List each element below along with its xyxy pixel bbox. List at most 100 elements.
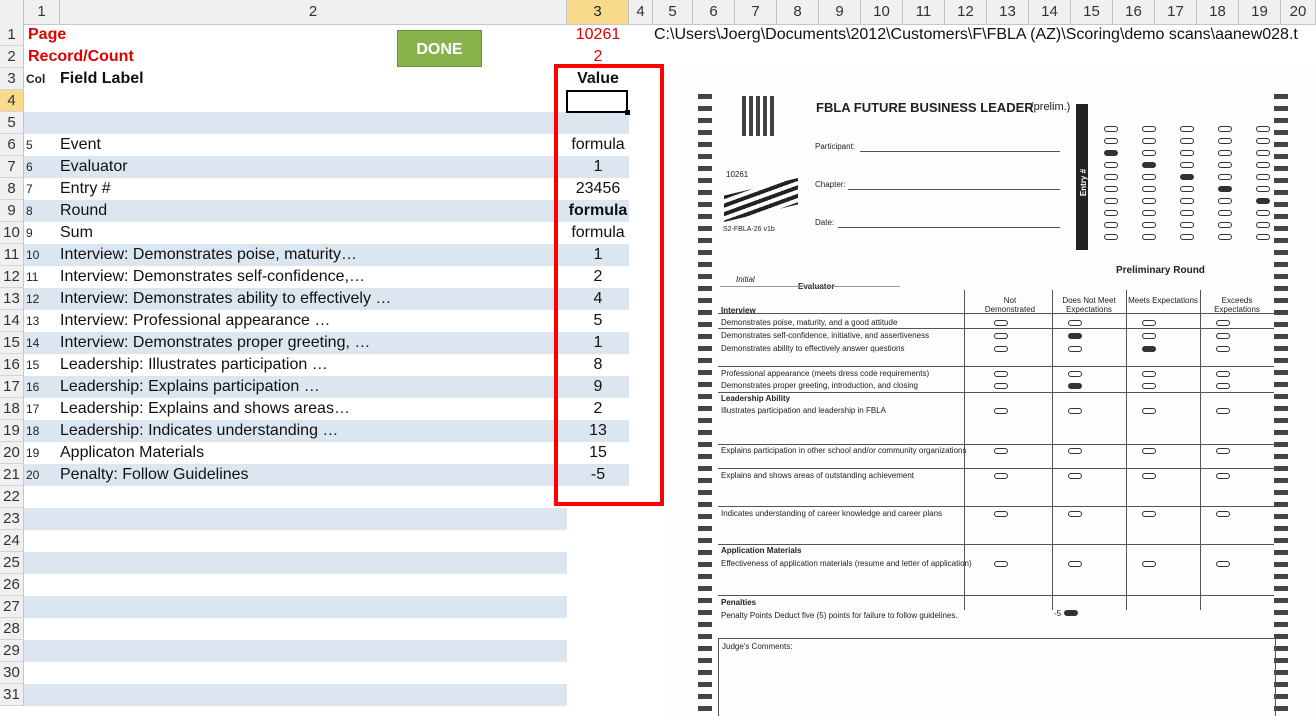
select-all-corner[interactable] bbox=[0, 0, 24, 24]
row-header[interactable]: 10 bbox=[0, 222, 24, 244]
field-col-number[interactable]: 13 bbox=[26, 310, 56, 332]
field-label[interactable]: Interview: Demonstrates proper greeting,… bbox=[60, 332, 565, 354]
column-header[interactable]: 10 bbox=[861, 0, 903, 24]
file-path-cell[interactable]: C:\Users\Joerg\Documents\2012\Customers\… bbox=[654, 24, 1298, 46]
field-col-number[interactable]: 5 bbox=[26, 134, 56, 156]
row-header[interactable]: 3 bbox=[0, 68, 24, 90]
column-header-selected[interactable]: 3 bbox=[567, 0, 629, 24]
row-header[interactable]: 14 bbox=[0, 310, 24, 332]
column-header[interactable]: 18 bbox=[1197, 0, 1239, 24]
field-label[interactable]: Round bbox=[60, 200, 565, 222]
field-col-number[interactable]: 20 bbox=[26, 464, 56, 486]
field-label[interactable]: Interview: Demonstrates poise, maturity… bbox=[60, 244, 565, 266]
row-header[interactable]: 18 bbox=[0, 398, 24, 420]
row-header[interactable]: 4 bbox=[0, 90, 24, 112]
field-label[interactable]: Sum bbox=[60, 222, 565, 244]
column-header[interactable]: 17 bbox=[1155, 0, 1197, 24]
bubble bbox=[1142, 383, 1156, 389]
row-header[interactable]: 29 bbox=[0, 640, 24, 662]
field-col-number[interactable]: 16 bbox=[26, 376, 56, 398]
row-header[interactable]: 25 bbox=[0, 552, 24, 574]
comments-box bbox=[718, 638, 1276, 716]
col-header-cell[interactable]: Col bbox=[26, 68, 56, 90]
row-header[interactable]: 5 bbox=[0, 112, 24, 134]
column-header[interactable]: 20 bbox=[1281, 0, 1316, 24]
row-header[interactable]: 27 bbox=[0, 596, 24, 618]
field-label[interactable]: Leadership: Illustrates participation … bbox=[60, 354, 565, 376]
field-col-number[interactable]: 12 bbox=[26, 288, 56, 310]
field-label[interactable]: Leadership: Explains and shows areas… bbox=[60, 398, 565, 420]
column-header[interactable]: 8 bbox=[777, 0, 819, 24]
row-header[interactable]: 13 bbox=[0, 288, 24, 310]
row-header[interactable]: 22 bbox=[0, 486, 24, 508]
row-header[interactable]: 28 bbox=[0, 618, 24, 640]
row-header[interactable]: 23 bbox=[0, 508, 24, 530]
column-header[interactable]: 2 bbox=[60, 0, 567, 24]
timing-mark bbox=[698, 502, 712, 507]
row-header[interactable]: 19 bbox=[0, 420, 24, 442]
column-header[interactable]: 7 bbox=[735, 0, 777, 24]
field-label-header[interactable]: Field Label bbox=[60, 68, 565, 90]
row-header[interactable]: 21 bbox=[0, 464, 24, 486]
field-col-number[interactable]: 10 bbox=[26, 244, 56, 266]
row-header[interactable]: 6 bbox=[0, 134, 24, 156]
timing-mark bbox=[698, 94, 712, 99]
column-header[interactable]: 9 bbox=[819, 0, 861, 24]
field-col-number[interactable]: 19 bbox=[26, 442, 56, 464]
row-header[interactable]: 17 bbox=[0, 376, 24, 398]
field-col-number[interactable]: 18 bbox=[26, 420, 56, 442]
field-col-number[interactable]: 6 bbox=[26, 156, 56, 178]
row-header[interactable]: 31 bbox=[0, 684, 24, 706]
done-button[interactable]: DONE bbox=[397, 30, 482, 67]
row-header[interactable]: 24 bbox=[0, 530, 24, 552]
column-header[interactable]: 15 bbox=[1071, 0, 1113, 24]
field-col-number[interactable]: 8 bbox=[26, 200, 56, 222]
column-header[interactable]: 12 bbox=[945, 0, 987, 24]
page-value[interactable]: 10261 bbox=[567, 24, 629, 46]
field-label[interactable]: Event bbox=[60, 134, 565, 156]
column-header[interactable]: 13 bbox=[987, 0, 1029, 24]
column-header[interactable]: 16 bbox=[1113, 0, 1155, 24]
field-label[interactable]: Leadership: Explains participation … bbox=[60, 376, 565, 398]
row-header[interactable]: 15 bbox=[0, 332, 24, 354]
field-col-number[interactable]: 11 bbox=[26, 266, 56, 288]
field-label[interactable]: Interview: Demonstrates self-confidence,… bbox=[60, 266, 565, 288]
entry-label: Entry # bbox=[1079, 168, 1089, 197]
column-header[interactable]: 11 bbox=[903, 0, 945, 24]
column-header[interactable]: 6 bbox=[693, 0, 735, 24]
column-header[interactable]: 5 bbox=[653, 0, 693, 24]
column-header[interactable]: 19 bbox=[1239, 0, 1281, 24]
row-header[interactable]: 20 bbox=[0, 442, 24, 464]
field-col-number[interactable]: 7 bbox=[26, 178, 56, 200]
timing-mark bbox=[698, 298, 712, 303]
column-header[interactable]: 1 bbox=[24, 0, 60, 24]
field-label[interactable]: Interview: Professional appearance … bbox=[60, 310, 565, 332]
row-header[interactable]: 1 bbox=[0, 24, 24, 46]
criterion-text: Demonstrates ability to effectively answ… bbox=[721, 344, 905, 353]
field-col-number[interactable]: 17 bbox=[26, 398, 56, 420]
row-header[interactable]: 16 bbox=[0, 354, 24, 376]
timing-mark bbox=[698, 238, 712, 243]
field-label[interactable]: Leadership: Indicates understanding … bbox=[60, 420, 565, 442]
column-header[interactable]: 14 bbox=[1029, 0, 1071, 24]
row-header[interactable]: 2 bbox=[0, 46, 24, 68]
timing-mark bbox=[1274, 574, 1288, 579]
field-col-number[interactable]: 14 bbox=[26, 332, 56, 354]
column-header[interactable]: 4 bbox=[629, 0, 653, 24]
field-col-number[interactable]: 15 bbox=[26, 354, 56, 376]
field-col-number[interactable]: 9 bbox=[26, 222, 56, 244]
column-header-row: 1 2 3 4 5 6 7 8 9 10 11 12 13 14 15 16 1… bbox=[0, 0, 1316, 25]
row-header[interactable]: 8 bbox=[0, 178, 24, 200]
row-header[interactable]: 7 bbox=[0, 156, 24, 178]
row-header[interactable]: 11 bbox=[0, 244, 24, 266]
row-header[interactable]: 26 bbox=[0, 574, 24, 596]
field-label[interactable]: Penalty: Follow Guidelines bbox=[60, 464, 565, 486]
timing-mark bbox=[698, 442, 712, 447]
field-label[interactable]: Evaluator bbox=[60, 156, 565, 178]
row-header[interactable]: 30 bbox=[0, 662, 24, 684]
field-label[interactable]: Applicaton Materials bbox=[60, 442, 565, 464]
row-header[interactable]: 9 bbox=[0, 200, 24, 222]
field-label[interactable]: Entry # bbox=[60, 178, 565, 200]
row-header[interactable]: 12 bbox=[0, 266, 24, 288]
field-label[interactable]: Interview: Demonstrates ability to effec… bbox=[60, 288, 565, 310]
